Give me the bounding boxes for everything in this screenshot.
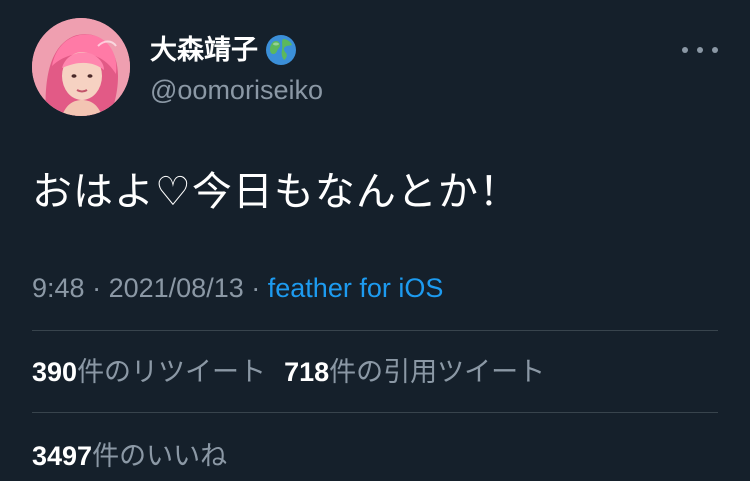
tweet-detail: 大森靖子 @oomoriseiko おはよ♡今日もなんとか！ 9:48 · 20… <box>0 0 750 481</box>
likes-label: 件のいいね <box>92 441 228 471</box>
tweet-source-link[interactable]: feather for iOS <box>268 273 444 303</box>
retweets-label: 件のリツイート <box>77 357 267 387</box>
meta-separator: · <box>92 273 102 303</box>
avatar-image <box>32 18 130 116</box>
tweet-meta: 9:48 · 2021/08/13 · feather for iOS <box>32 270 443 306</box>
tweet-date[interactable]: 2021/08/13 <box>109 273 244 303</box>
more-options-button[interactable] <box>682 38 718 62</box>
quote-tweets-count: 718 <box>284 357 330 387</box>
more-options-dot <box>682 47 688 53</box>
display-name[interactable]: 大森靖子 <box>150 32 298 68</box>
more-options-dot <box>697 47 703 53</box>
likes-stats-row: 3497件のいいね <box>32 438 227 474</box>
user-handle[interactable]: @oomoriseiko <box>150 72 323 108</box>
divider <box>32 412 718 413</box>
retweets-count: 390 <box>32 357 78 387</box>
retweets-stat[interactable]: 390件のリツイート <box>32 357 266 387</box>
globe-icon <box>266 35 296 65</box>
share-stats-row: 390件のリツイート 718件の引用ツイート <box>32 354 545 390</box>
meta-separator: · <box>251 273 261 303</box>
tweet-time[interactable]: 9:48 <box>32 273 85 303</box>
likes-stat[interactable]: 3497件のいいね <box>32 441 227 471</box>
more-options-dot <box>712 47 718 53</box>
tweet-text: おはよ♡今日もなんとか！ <box>32 170 520 214</box>
quote-tweets-label: 件の引用ツイート <box>329 357 546 387</box>
quote-tweets-stat[interactable]: 718件の引用ツイート <box>284 357 545 387</box>
divider <box>32 330 718 331</box>
likes-count: 3497 <box>32 441 93 471</box>
display-name-text: 大森靖子 <box>150 35 258 65</box>
avatar[interactable] <box>32 18 130 116</box>
